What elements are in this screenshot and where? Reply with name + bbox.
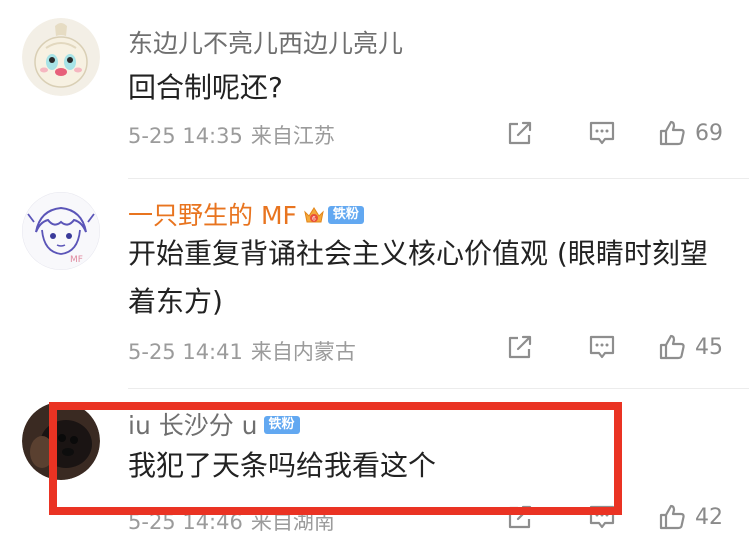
like-count: 45 bbox=[695, 334, 723, 360]
badge-label: 铁粉 bbox=[263, 416, 300, 434]
comment-meta: 5-25 14:41 来自内蒙古 bbox=[128, 336, 356, 366]
thumbs-up-icon[interactable] bbox=[657, 502, 687, 532]
comment-actions: 69 bbox=[505, 118, 725, 148]
comment-item-1: 东边儿不亮儿西边儿亮儿 回合制呢还? 5-25 14:35 来自江苏 69 bbox=[0, 0, 749, 180]
comment-location: 来自湖南 bbox=[250, 510, 335, 534]
anime-avatar-icon: MF bbox=[22, 192, 100, 270]
comment-time: 5-25 14:46 bbox=[128, 510, 243, 534]
comment-actions: 42 bbox=[505, 502, 725, 532]
comment-location: 来自江苏 bbox=[250, 124, 335, 148]
garlic-avatar-icon bbox=[22, 18, 100, 96]
comment-actions: 45 bbox=[505, 332, 725, 362]
pet-avatar-icon bbox=[22, 402, 100, 480]
thumbs-up-icon[interactable] bbox=[657, 332, 687, 362]
comment-icon[interactable] bbox=[587, 332, 617, 362]
svg-text:MF: MF bbox=[70, 255, 83, 265]
like-button[interactable]: 69 bbox=[657, 118, 725, 148]
comment-meta: 5-25 14:35 来自江苏 bbox=[128, 120, 335, 150]
like-button[interactable]: 42 bbox=[657, 502, 725, 532]
username-text[interactable]: iu 长沙分 u bbox=[128, 411, 258, 440]
username[interactable]: 一只野生的 MF 6 铁粉 bbox=[128, 196, 364, 232]
divider bbox=[128, 388, 749, 389]
share-icon[interactable] bbox=[505, 332, 535, 362]
avatar[interactable] bbox=[22, 18, 100, 96]
share-icon[interactable] bbox=[505, 118, 535, 148]
fan-badge[interactable]: 6 铁粉 bbox=[303, 204, 364, 226]
comment-text: 回合制呢还? bbox=[128, 71, 283, 104]
comment-text: 我犯了天条吗给我看这个 bbox=[128, 449, 437, 482]
comment-time: 5-25 14:35 bbox=[128, 124, 243, 148]
username[interactable]: iu 长沙分 u 铁粉 bbox=[128, 406, 300, 442]
like-count: 69 bbox=[695, 120, 723, 146]
comment-location: 来自内蒙古 bbox=[250, 340, 356, 364]
share-icon[interactable] bbox=[505, 502, 535, 532]
like-button[interactable]: 45 bbox=[657, 332, 725, 362]
comment-item-2: MF 一只野生的 MF 6 铁粉 开始重复背诵社会主义核心价值观 (眼睛时刻望着… bbox=[0, 180, 749, 390]
comment-meta: 5-25 14:46 来自湖南 bbox=[128, 506, 335, 536]
fan-badge[interactable]: 铁粉 bbox=[263, 416, 300, 434]
divider bbox=[128, 178, 749, 179]
username[interactable]: 东边儿不亮儿西边儿亮儿 bbox=[128, 24, 403, 60]
comment-time: 5-25 14:41 bbox=[128, 340, 243, 364]
badge-label: 铁粉 bbox=[327, 206, 364, 224]
comment-item-3: iu 长沙分 u 铁粉 我犯了天条吗给我看这个 5-25 14:46 来自湖南 4… bbox=[0, 390, 749, 556]
username-text[interactable]: 东边儿不亮儿西边儿亮儿 bbox=[128, 29, 403, 58]
thumbs-up-icon[interactable] bbox=[657, 118, 687, 148]
crown-icon: 6 bbox=[304, 207, 324, 223]
like-count: 42 bbox=[695, 504, 723, 530]
svg-text:6: 6 bbox=[312, 216, 316, 223]
avatar[interactable]: MF bbox=[22, 192, 100, 270]
avatar[interactable] bbox=[22, 402, 100, 480]
comment-icon[interactable] bbox=[587, 502, 617, 532]
comment-icon[interactable] bbox=[587, 118, 617, 148]
username-text[interactable]: 一只野生的 MF bbox=[128, 201, 297, 230]
comment-text: 开始重复背诵社会主义核心价值观 (眼睛时刻望着东方) bbox=[128, 237, 708, 318]
